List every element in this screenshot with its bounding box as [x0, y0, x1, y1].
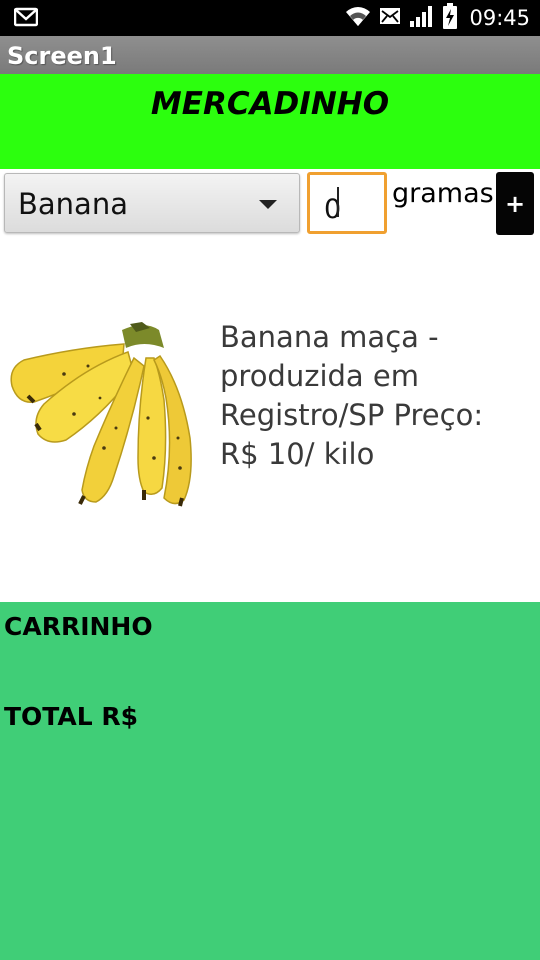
unit-label: gramas [392, 178, 494, 209]
product-select-value: Banana [18, 187, 128, 221]
cart-title: CARRINHO [4, 612, 153, 641]
product-select[interactable]: Banana [4, 173, 300, 233]
header-banner: MERCADINHO [0, 74, 540, 169]
message-icon [379, 6, 401, 31]
text-cursor [337, 187, 339, 217]
quantity-input[interactable] [307, 172, 387, 234]
app-title-bar: Screen1 [0, 36, 540, 74]
app-title: Screen1 [7, 42, 117, 70]
status-time: 09:45 [469, 6, 530, 30]
store-title: MERCADINHO [150, 86, 390, 122]
cart-panel: CARRINHO TOTAL R$ [0, 602, 540, 960]
dropdown-arrow-icon [259, 200, 277, 209]
gmail-icon [13, 7, 39, 32]
cart-total-label: TOTAL R$ [4, 702, 139, 731]
battery-charging-icon [443, 2, 458, 34]
banana-bunch-image [4, 318, 204, 513]
signal-icon [409, 4, 435, 33]
wifi-icon [345, 4, 371, 33]
status-bar: 09:45 [0, 0, 540, 36]
product-description: Banana maça - produzida em Registro/SP P… [220, 320, 484, 471]
add-to-cart-button[interactable]: + [496, 172, 534, 235]
